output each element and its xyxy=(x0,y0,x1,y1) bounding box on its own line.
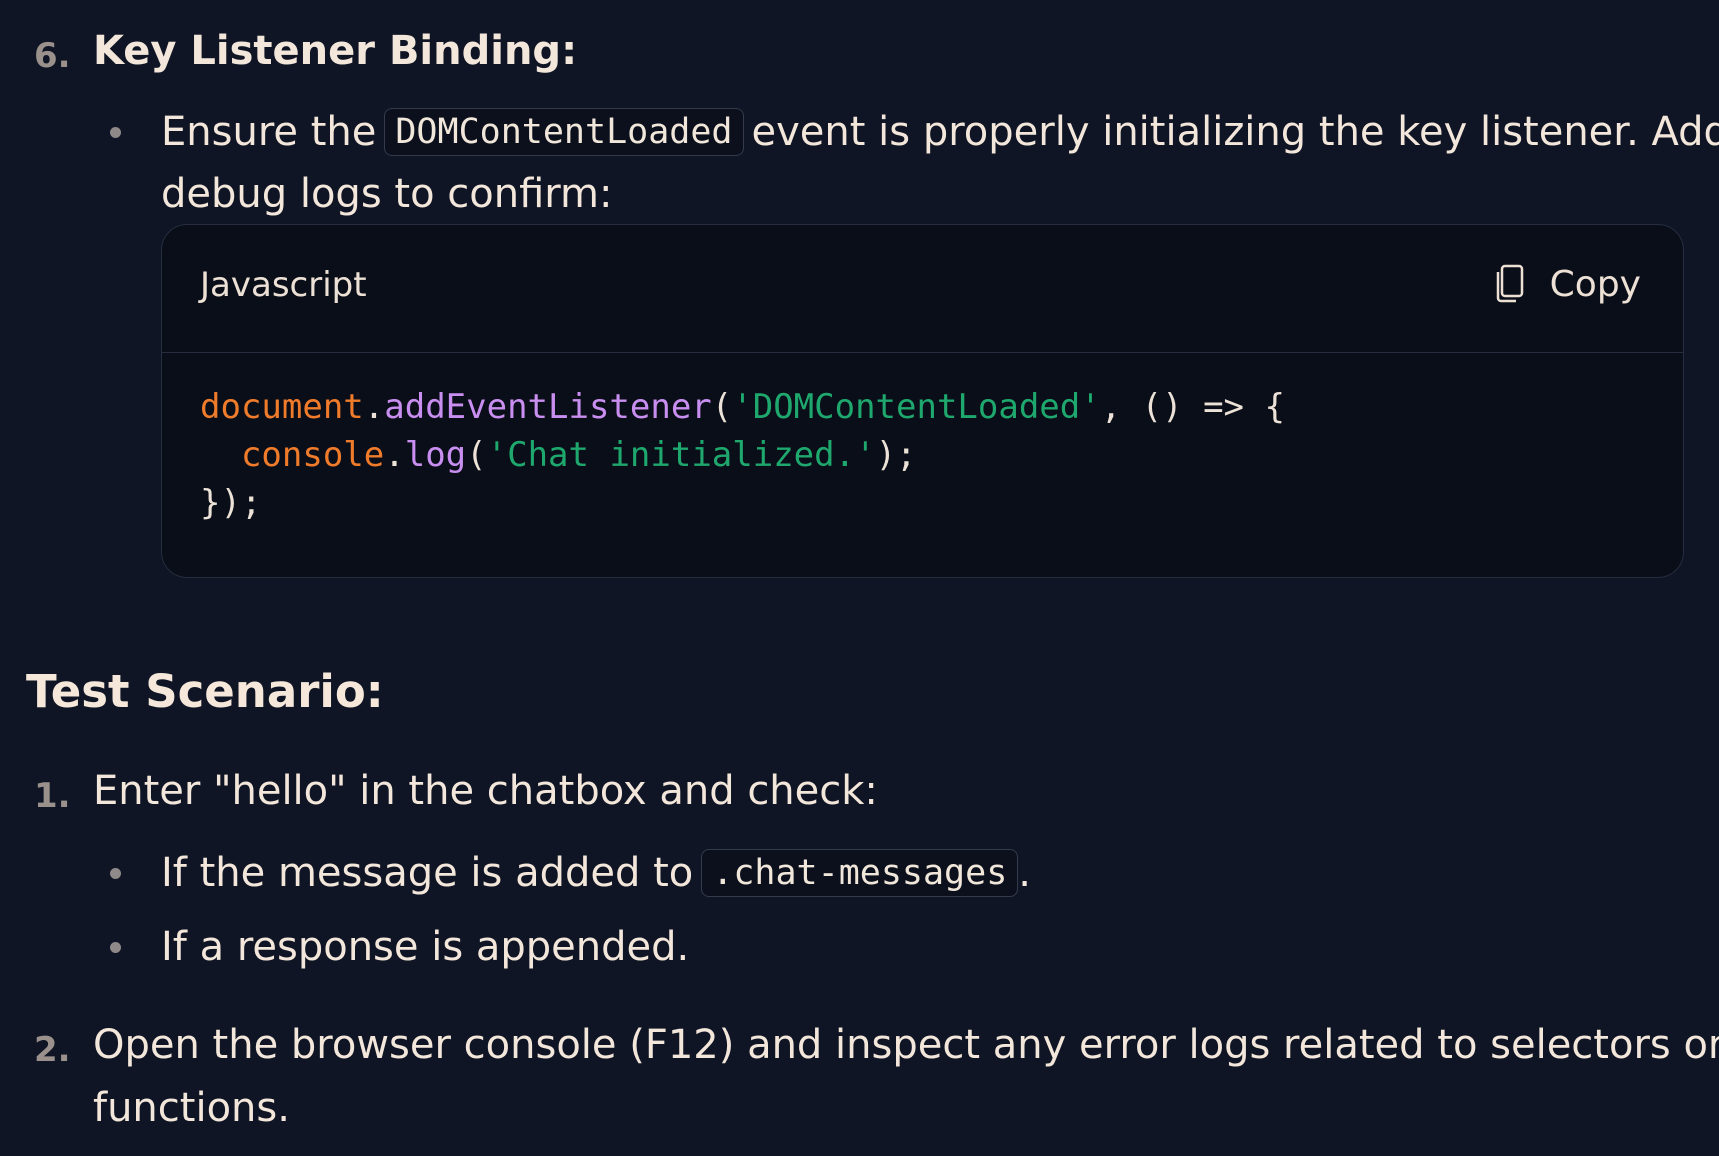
bullet-text-segment: . xyxy=(1018,850,1031,896)
code-language-label: Javascript xyxy=(200,265,367,305)
code-token: ); xyxy=(875,435,917,475)
code-token: ( xyxy=(466,435,487,475)
bullet-text: If the message is added to .chat-messages… xyxy=(161,842,1031,904)
code-token: , () => { xyxy=(1100,387,1285,427)
copy-label: Copy xyxy=(1549,263,1641,305)
step-text-line2: functions. xyxy=(93,1085,290,1131)
code-block: Javascript Copy document.addEventListene… xyxy=(161,224,1684,578)
bullet-text-line2: debug logs to confirm: xyxy=(161,171,613,217)
bullet-text-segment: If the message is added to xyxy=(161,850,694,896)
code-token: console xyxy=(240,435,385,475)
bullet-text-segment: Ensure the xyxy=(161,109,377,155)
list-item-step-6: 6. Key Listener Binding: xyxy=(0,28,1719,80)
code-token: 'Chat initialized.' xyxy=(486,435,876,475)
step-text: Enter "hello" in the chatbox and check: xyxy=(93,768,878,814)
copy-button[interactable]: Copy xyxy=(1494,259,1641,309)
code-token: addEventListener xyxy=(384,387,712,427)
list-number: 2. xyxy=(34,1030,71,1070)
bullet-dot xyxy=(110,127,121,138)
list-number: 6. xyxy=(34,36,71,76)
bullet-dot xyxy=(110,868,121,879)
code-token: document xyxy=(200,387,364,427)
code-content: document.addEventListener('DOMContentLoa… xyxy=(200,383,1285,527)
bullet-text-segment: event is properly initializing the key l… xyxy=(751,109,1719,155)
code-token: log xyxy=(404,435,467,475)
section-heading: Test Scenario: xyxy=(26,665,384,718)
inline-code: .chat-messages xyxy=(701,849,1019,897)
code-line-1: document.addEventListener('DOMContentLoa… xyxy=(200,387,1285,427)
code-token: . xyxy=(384,435,405,475)
code-line-3: }); xyxy=(200,483,262,523)
inline-code: DOMContentLoaded xyxy=(384,108,744,156)
code-block-header: Javascript Copy xyxy=(162,225,1683,353)
list-number: 1. xyxy=(34,776,71,816)
code-token: ( xyxy=(711,387,733,427)
step-text-line1: Open the browser console (F12) and inspe… xyxy=(93,1022,1719,1068)
list-item-step-2-continued: functions. xyxy=(0,1085,1719,1137)
bullet-dot xyxy=(110,942,121,953)
step-title: Key Listener Binding: xyxy=(93,28,578,74)
list-item-step-2: 2. Open the browser console (F12) and in… xyxy=(0,1022,1719,1074)
code-token: 'DOMContentLoaded' xyxy=(732,387,1101,427)
bullet-text: If a response is appended. xyxy=(161,924,690,970)
copy-icon xyxy=(1494,264,1524,304)
list-item-step-1: 1. Enter "hello" in the chatbox and chec… xyxy=(0,768,1719,820)
bullet-text-line1: Ensure the DOMContentLoaded event is prope… xyxy=(161,101,1719,163)
code-token: . xyxy=(363,387,385,427)
code-line-2: console.log('Chat initialized.'); xyxy=(200,435,917,475)
chat-response-content: 6. Key Listener Binding: Ensure the DOMCo… xyxy=(0,0,1719,1156)
